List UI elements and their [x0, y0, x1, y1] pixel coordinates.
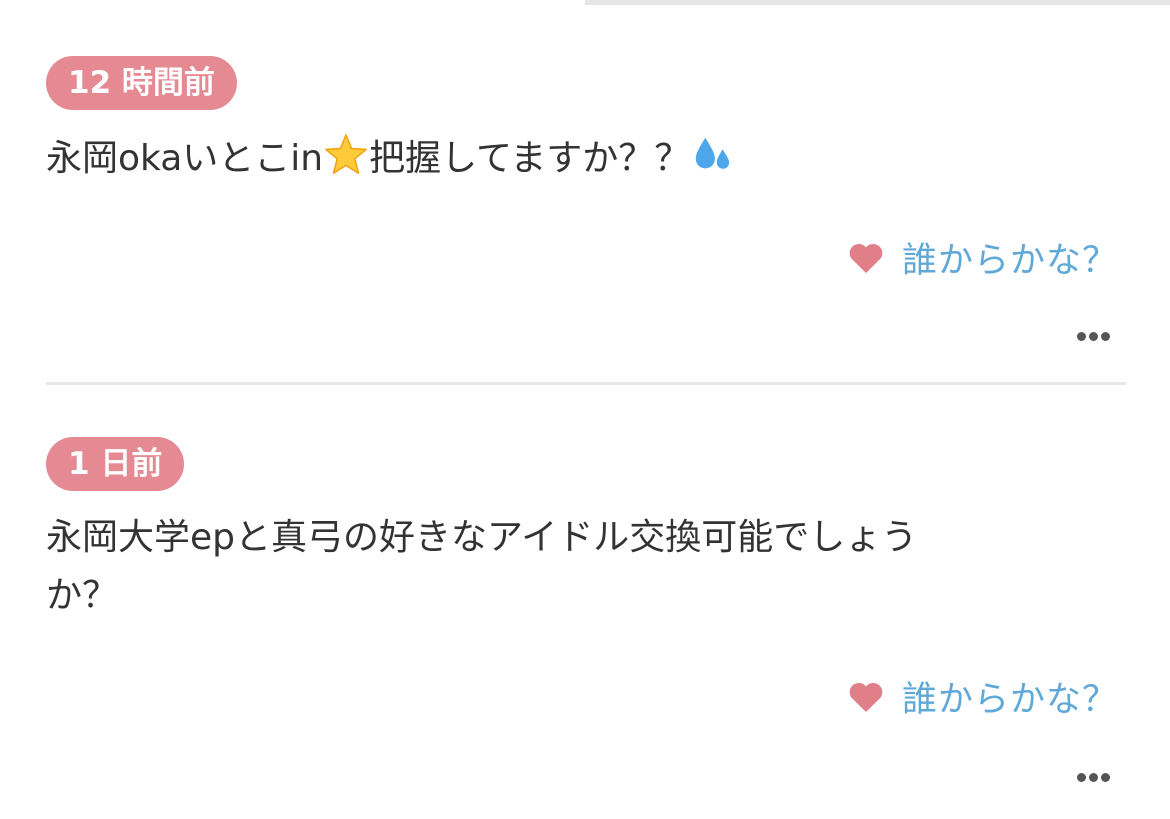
star-icon: [323, 132, 369, 178]
who-sent-label: 誰からかな？: [901, 241, 1118, 281]
sweat-droplets-icon: [690, 132, 736, 178]
heart-icon: [848, 242, 884, 274]
dot: [1089, 331, 1098, 341]
question-text-part: 永岡okaいとこin: [46, 138, 324, 179]
question-line: 永岡大学epと真弓の好きなアイドル交換可能でしょう: [46, 517, 918, 558]
question-card: 12 時間前 永岡okaいとこin 把握してますか？？ 誰からかな？: [46, 56, 1126, 341]
question-card: 1 日前 永岡大学epと真弓の好きなアイドル交換可能でしょう か？ 誰からかな？: [46, 437, 1126, 782]
dot: [1089, 772, 1098, 782]
question-text: 永岡大学epと真弓の好きなアイドル交換可能でしょう か？: [46, 509, 1066, 625]
who-sent-label: 誰からかな？: [901, 680, 1118, 720]
more-options-button[interactable]: [1077, 767, 1110, 787]
question-text: 永岡okaいとこin 把握してますか？？: [46, 130, 1066, 188]
who-sent-button[interactable]: 誰からかな？: [848, 232, 1118, 283]
dot: [1077, 772, 1086, 782]
time-badge: 1 日前: [46, 437, 185, 491]
dot: [1077, 331, 1086, 341]
who-sent-button[interactable]: 誰からかな？: [848, 671, 1118, 722]
question-text-part: 把握してますか？？: [369, 138, 691, 179]
dot: [1101, 772, 1110, 782]
top-divider-strip: [585, 0, 1170, 5]
card-divider: [46, 382, 1126, 385]
dot: [1101, 331, 1110, 341]
more-options-button[interactable]: [1077, 326, 1110, 346]
heart-icon: [848, 681, 884, 713]
question-line: か？: [46, 575, 119, 616]
time-badge: 12 時間前: [46, 56, 237, 110]
